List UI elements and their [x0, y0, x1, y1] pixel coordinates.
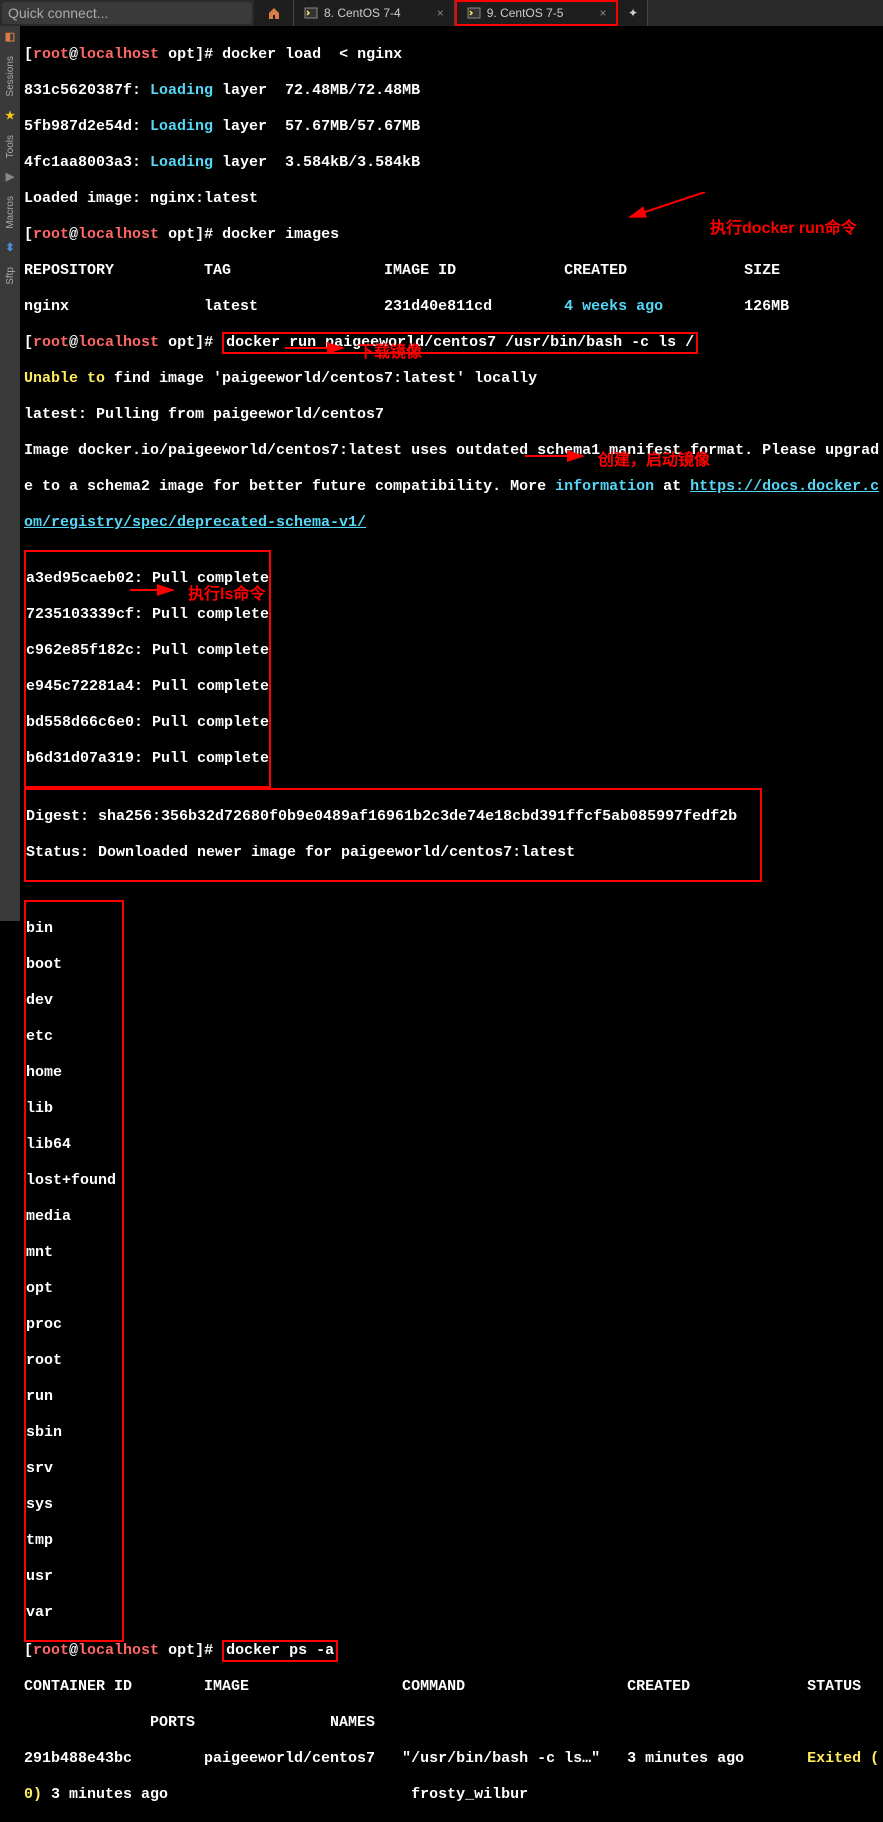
macros-icon[interactable]: ▶	[3, 170, 17, 184]
top-bar: Quick connect... 8. CentOS 7-4 × 9. Cent…	[0, 0, 883, 26]
close-icon[interactable]: ×	[437, 6, 444, 20]
sidebar-sessions[interactable]: Sessions	[5, 48, 16, 105]
ps-header-1: CONTAINER ID IMAGE COMMAND CREATED STATU…	[24, 1678, 879, 1696]
tab-bar: 8. CentOS 7-4 × 9. CentOS 7-5 × ✦	[254, 0, 883, 26]
sftp-icon[interactable]: ⬍	[3, 241, 17, 255]
sidebar-macros[interactable]: Macros	[5, 188, 16, 237]
home-icon	[267, 6, 281, 20]
side-toolbar: ◧ Sessions ★ Tools ▶ Macros ⬍ Sftp	[0, 26, 20, 921]
tab-label: 8. CentOS 7-4	[324, 6, 401, 20]
tab-centos-7-5[interactable]: 9. CentOS 7-5 ×	[455, 0, 619, 26]
sidebar-tools[interactable]: Tools	[5, 127, 16, 166]
terminal-icon	[304, 6, 318, 20]
terminal-icon	[467, 6, 481, 20]
cmd-docker-images: docker images	[222, 226, 339, 243]
terminal-output[interactable]: [root@localhost opt]# docker load < ngin…	[20, 26, 883, 921]
star-icon[interactable]: ★	[3, 109, 17, 123]
highlighted-digest-block: Digest: sha256:356b32d72680f0b9e0489af16…	[24, 788, 762, 882]
close-icon[interactable]: ×	[599, 6, 606, 20]
sidebar-sftp[interactable]: Sftp	[5, 259, 16, 293]
ps-header-2: PORTS NAMES	[24, 1714, 879, 1732]
annotation-4: 执行ls命令	[188, 580, 265, 604]
cmd-docker-load: docker load < nginx	[222, 46, 402, 63]
images-header: REPOSITORY TAG IMAGE ID CREATED SIZE	[24, 262, 879, 280]
annotation-arrow-3	[525, 450, 595, 462]
ps-row-2: 0) 3 minutes ago frosty_wilbur	[24, 1786, 879, 1804]
annotation-3: 创建，启动镜像	[598, 446, 710, 470]
quick-connect-input[interactable]: Quick connect...	[2, 2, 252, 24]
sessions-icon[interactable]: ◧	[3, 30, 17, 44]
annotation-arrow-1	[620, 192, 710, 222]
new-tab-button[interactable]: ✦	[618, 0, 648, 26]
highlighted-docker-ps: docker ps -a	[222, 1640, 338, 1662]
tab-centos-7-4[interactable]: 8. CentOS 7-4 ×	[294, 0, 455, 26]
home-tab[interactable]	[254, 0, 294, 26]
annotation-arrow-4	[130, 584, 185, 596]
ps-row-1: 291b488e43bc paigeeworld/centos7 "/usr/b…	[24, 1750, 879, 1768]
plus-icon: ✦	[628, 6, 638, 20]
annotation-1: 执行docker run命令	[710, 214, 857, 238]
annotation-arrow-2	[285, 342, 355, 354]
highlighted-ls-output: bin boot dev etc home lib lib64 lost+fou…	[24, 900, 124, 1642]
annotation-2: 下载镜像	[358, 338, 422, 362]
tab-label: 9. CentOS 7-5	[487, 6, 564, 20]
images-row: nginx latest 231d40e811cd 4 weeks ago 12…	[24, 298, 879, 316]
